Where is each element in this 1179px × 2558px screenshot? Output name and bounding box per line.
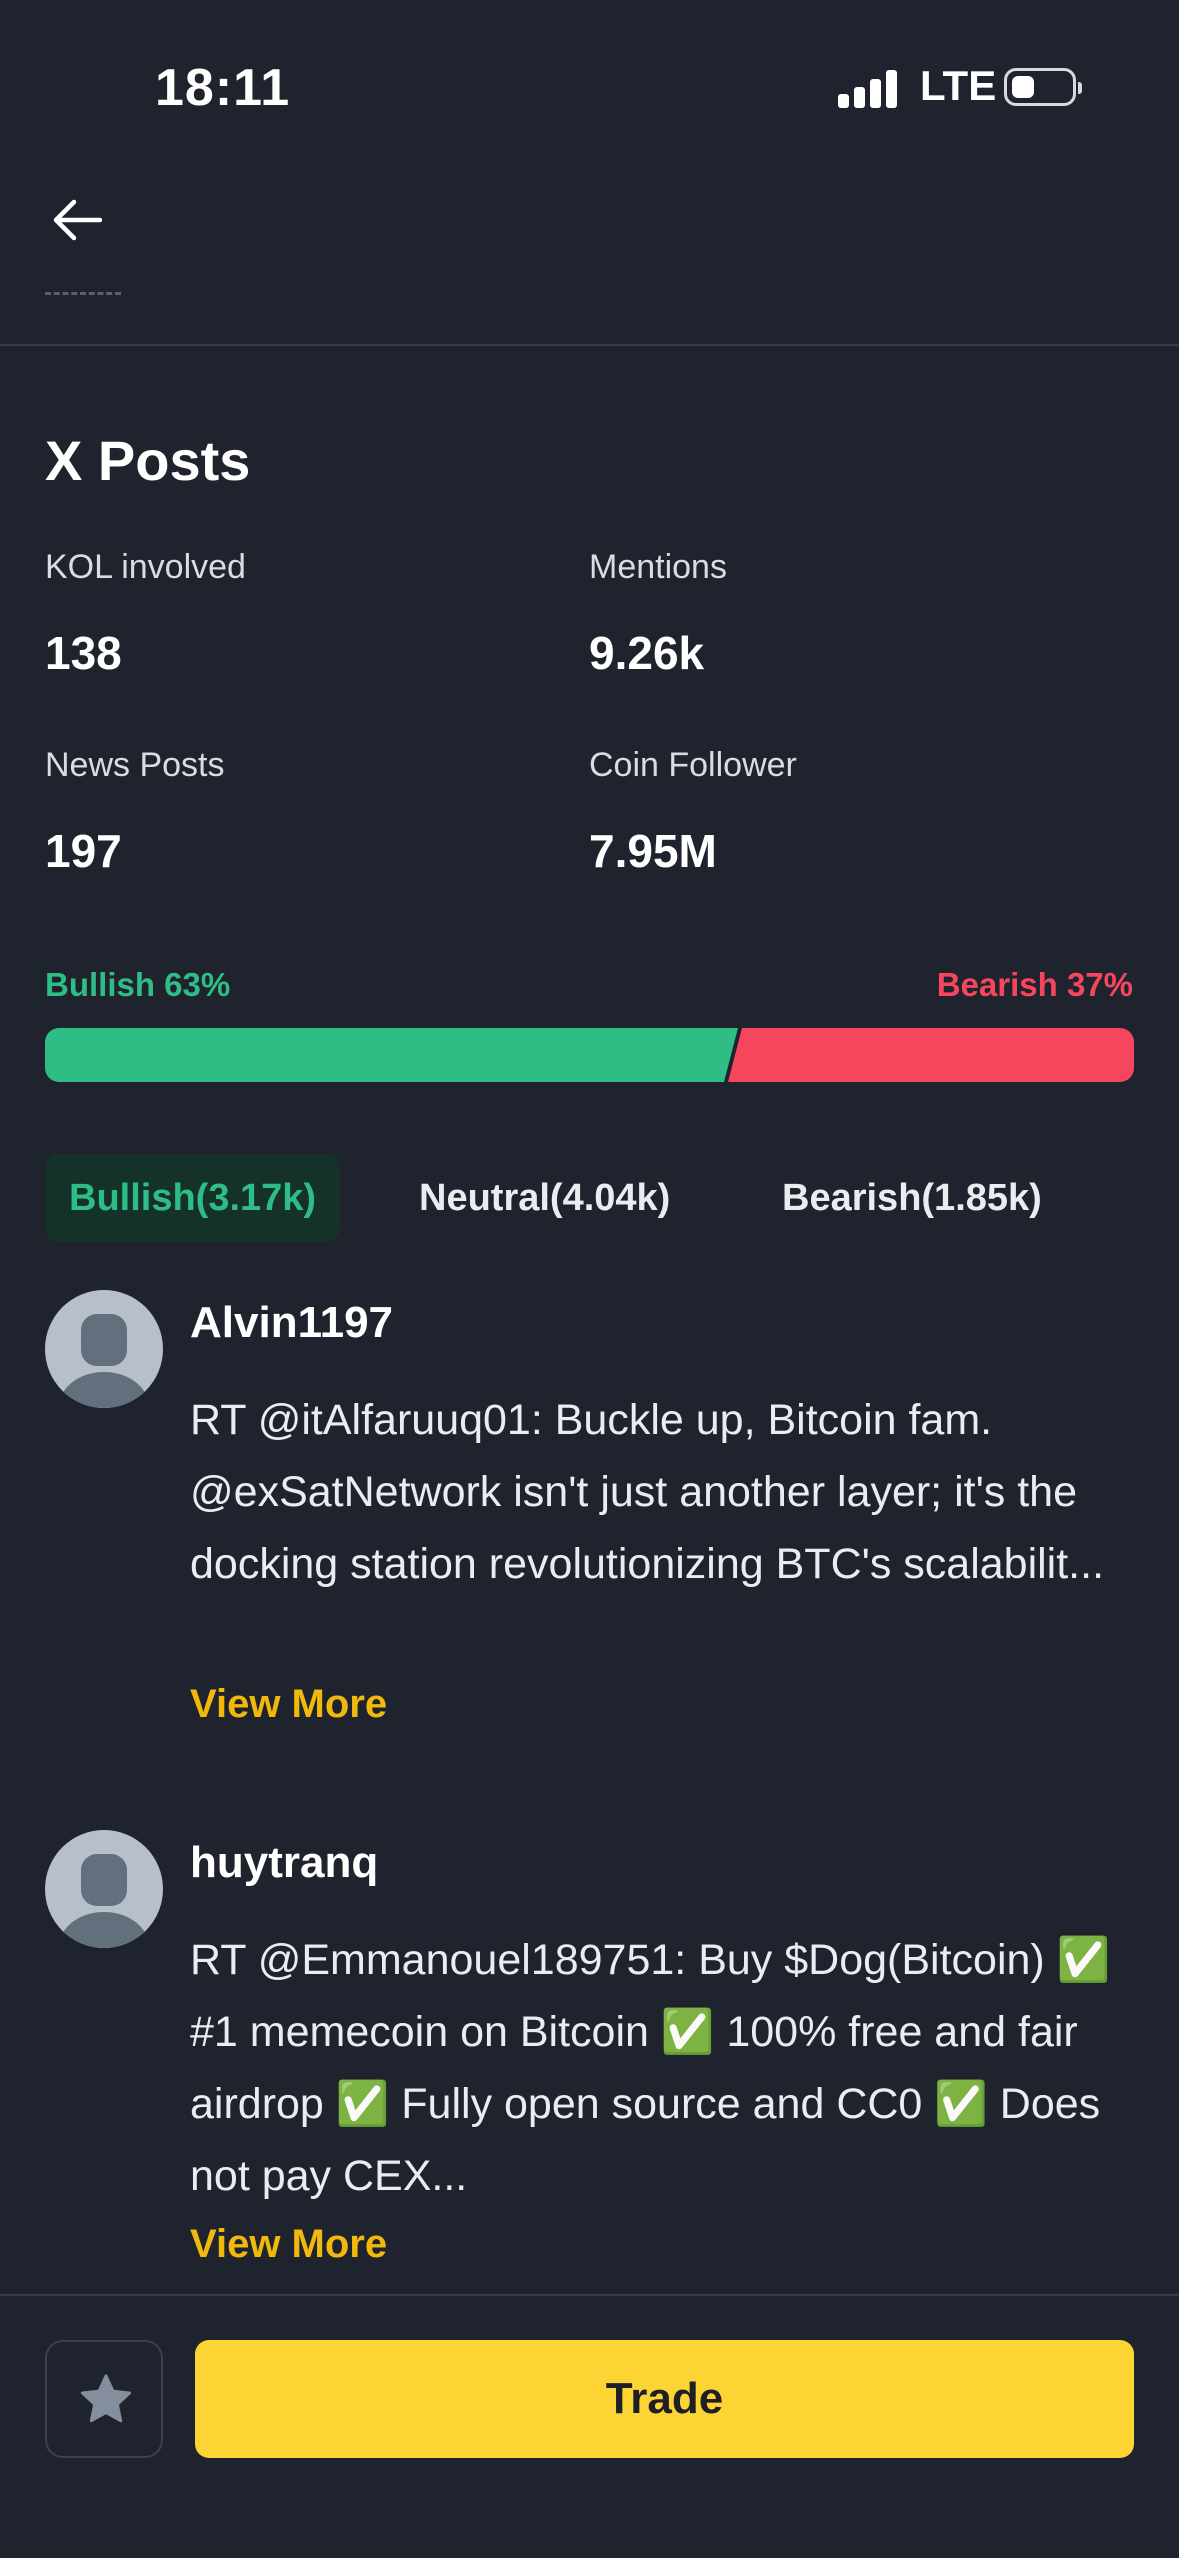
stat-label-kol: KOL involved [45, 548, 246, 586]
status-time: 18:11 [155, 59, 291, 117]
post-username[interactable]: huytranq [190, 1838, 378, 1888]
stat-label-followers: Coin Follower [589, 746, 797, 784]
header-placeholder [45, 292, 121, 295]
sentiment-bar-bearish [728, 1028, 1134, 1082]
tab-bullish[interactable]: Bullish(3.17k) [45, 1154, 341, 1242]
stat-label-mentions: Mentions [589, 548, 727, 586]
post-text: RT @Emmanouel189751: Buy $Dog(Bitcoin) ✅… [190, 1936, 1111, 2200]
post-username[interactable]: Alvin1197 [190, 1298, 393, 1348]
view-more-link[interactable]: View More [190, 2222, 387, 2267]
stat-value-kol: 138 [45, 627, 122, 679]
star-icon [80, 2374, 132, 2423]
section-title: X Posts [45, 429, 251, 492]
avatar[interactable] [45, 1290, 163, 1408]
network-type: LTE [920, 62, 997, 109]
sentiment-bar [45, 1028, 1134, 1082]
post-text: RT @itAlfaruuq01: Buckle up, Bitcoin fam… [190, 1396, 1105, 1588]
header-divider [0, 344, 1179, 346]
signal-icon [838, 68, 898, 108]
stat-label-news: News Posts [45, 746, 225, 784]
stat-value-news: 197 [45, 825, 122, 877]
back-arrow-icon[interactable] [52, 198, 103, 242]
avatar[interactable] [45, 1830, 163, 1948]
trade-button[interactable]: Trade [195, 2340, 1134, 2458]
stat-value-mentions: 9.26k [589, 627, 705, 679]
tab-neutral[interactable]: Neutral(4.04k) [395, 1154, 694, 1242]
stat-value-followers: 7.95M [589, 825, 717, 877]
favorite-button[interactable] [45, 2340, 163, 2458]
battery-icon [1004, 68, 1082, 106]
tab-bearish[interactable]: Bearish(1.85k) [758, 1154, 1066, 1242]
bearish-percent-label: Bearish 37% [936, 966, 1133, 1003]
sentiment-bar-bullish [45, 1028, 738, 1082]
view-more-link[interactable]: View More [190, 1682, 387, 1727]
bullish-percent-label: Bullish 63% [45, 966, 231, 1003]
